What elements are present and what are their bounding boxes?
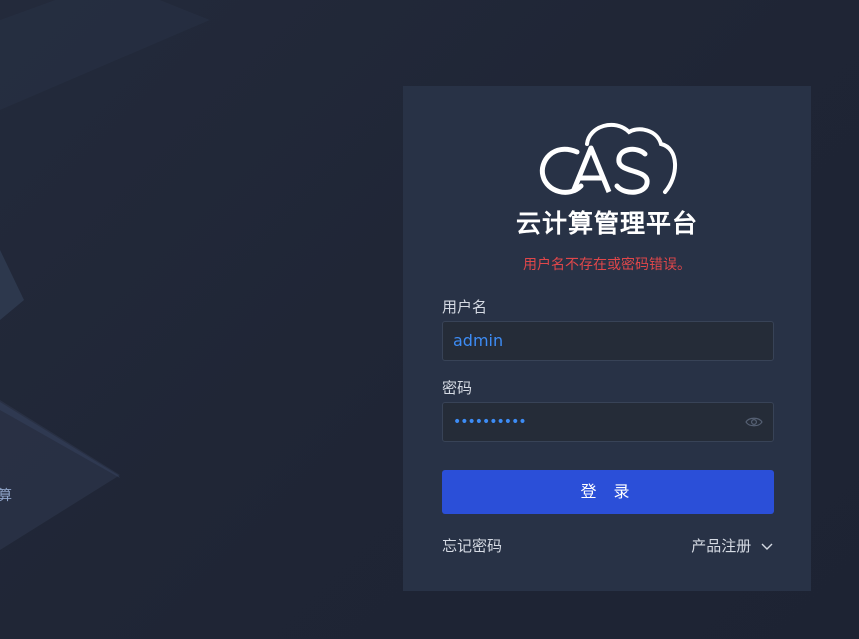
chevron-down-icon [761,543,773,550]
background-decoration: 算 [0,0,210,550]
password-label: 密码 [442,379,473,397]
platform-title: 云计算管理平台 [515,209,698,238]
eye-icon[interactable] [745,415,763,429]
login-button[interactable]: 登 录 [442,470,774,514]
username-input[interactable]: admin [442,321,774,361]
product-register-label: 产品注册 [691,537,752,555]
login-page: 算 云计算管理平台 用户名不存在或密码错误。 用户名 admin 密码 ••••… [0,0,859,639]
error-message: 用户名不存在或密码错误。 [523,257,691,273]
username-value: admin [453,331,504,350]
password-value: •••••••••• [453,414,527,430]
product-register-dropdown[interactable]: 产品注册 [691,536,774,556]
login-panel: 云计算管理平台 用户名不存在或密码错误。 用户名 admin 密码 ••••••… [403,86,811,591]
password-input[interactable]: •••••••••• [442,402,774,442]
background-char: 算 [0,488,12,504]
forgot-password-link[interactable]: 忘记密码 [442,536,502,556]
username-label: 用户名 [442,298,488,316]
cas-cloud-logo [539,122,678,195]
